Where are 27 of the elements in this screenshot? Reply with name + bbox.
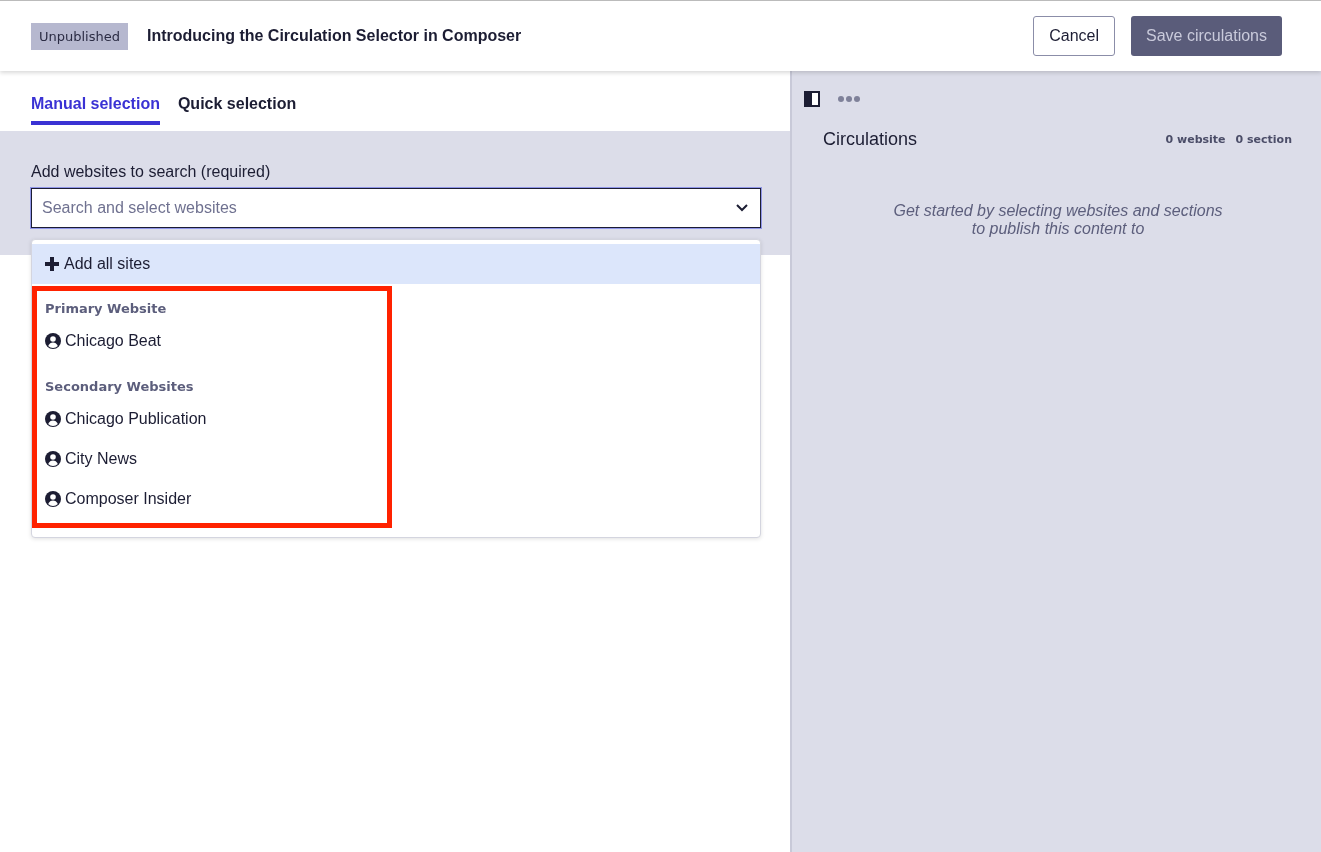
tab[interactable]: Quick selection <box>177 91 297 125</box>
panel-title: Circulations <box>823 129 918 150</box>
user-icon <box>45 491 61 507</box>
user-icon <box>45 451 61 467</box>
chevron-down-icon <box>736 204 748 212</box>
group-heading: Secondary Websites <box>45 378 195 396</box>
count-label: 0 website <box>1165 133 1226 146</box>
plus-icon <box>44 256 60 272</box>
website-option[interactable]: Chicago Publication <box>45 399 387 439</box>
panel-toggle-icon[interactable] <box>804 91 820 107</box>
group-heading: Primary Website <box>45 300 168 318</box>
website-option[interactable]: Composer Insider <box>45 479 387 519</box>
user-icon <box>45 411 61 427</box>
status-badge: Unpublished <box>31 22 128 50</box>
field-label: Add websites to search (required) <box>31 163 272 181</box>
count-label: 0 section <box>1235 133 1292 146</box>
save-button[interactable]: Save circulations <box>1131 16 1282 56</box>
search-field[interactable]: Search and select websites <box>31 188 761 228</box>
user-icon <box>45 333 61 349</box>
cancel-button[interactable]: Cancel <box>1033 16 1116 56</box>
website-option[interactable]: Chicago Beat <box>45 321 387 361</box>
website-option[interactable]: City News <box>45 439 387 479</box>
empty-message: Get started by selecting websites and sections to publish this content to <box>892 202 1224 238</box>
tab[interactable]: Manual selection <box>31 91 160 125</box>
article-title: Introducing the Circulation Selector in Composer <box>147 27 522 45</box>
add-all-option[interactable]: Add all sites <box>32 244 760 284</box>
more-icon[interactable] <box>837 95 861 103</box>
